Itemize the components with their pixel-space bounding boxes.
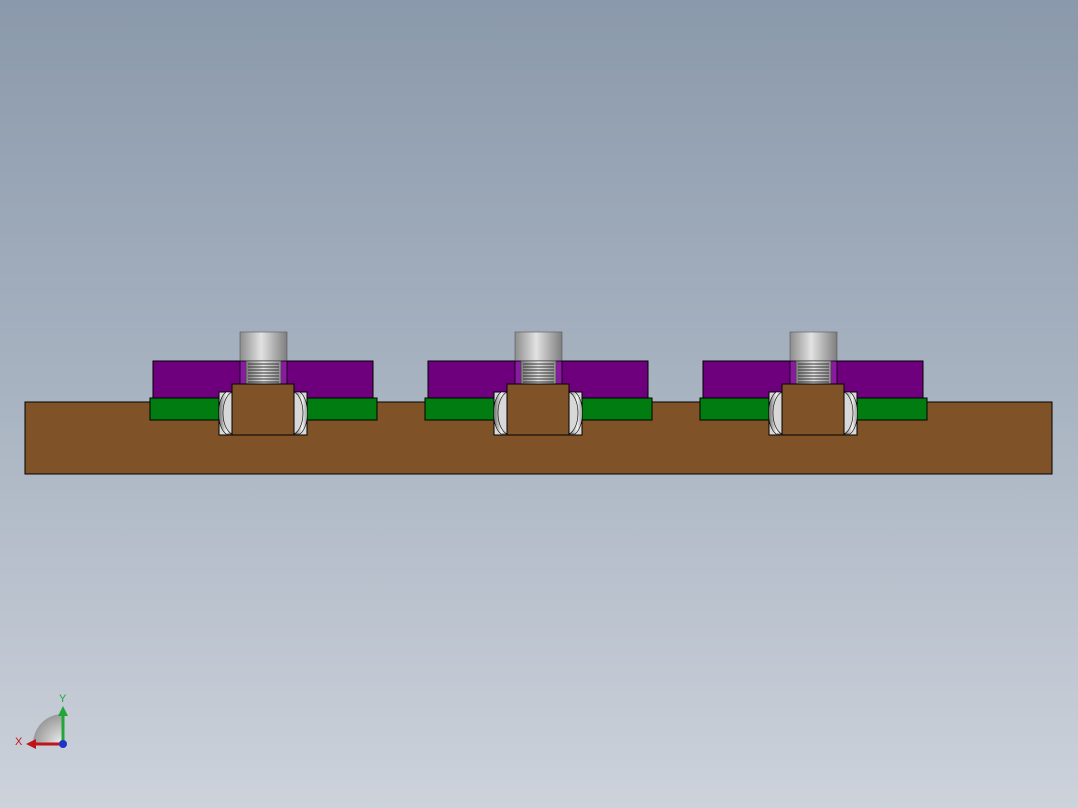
triad-z-axis	[59, 740, 67, 748]
center-block	[231, 383, 295, 436]
triad-x-label: X	[15, 736, 23, 748]
center-block	[506, 383, 570, 436]
triad-quadrant	[33, 714, 63, 744]
clamp-unit-3[interactable]	[699, 331, 928, 436]
clamp-unit-1[interactable]	[149, 331, 378, 436]
clamp-unit-2[interactable]	[424, 331, 653, 436]
triad-y-arrow	[58, 706, 68, 716]
model-view[interactable]: X Y	[0, 0, 1078, 808]
triad-y-label: Y	[59, 693, 67, 705]
center-block	[781, 383, 845, 436]
screw-head	[239, 331, 288, 362]
coordinate-triad: X Y	[15, 693, 68, 749]
triad-x-arrow	[26, 739, 36, 749]
screw-head	[514, 331, 563, 362]
screw-head	[789, 331, 838, 362]
graphics-viewport[interactable]: X Y	[0, 0, 1078, 808]
